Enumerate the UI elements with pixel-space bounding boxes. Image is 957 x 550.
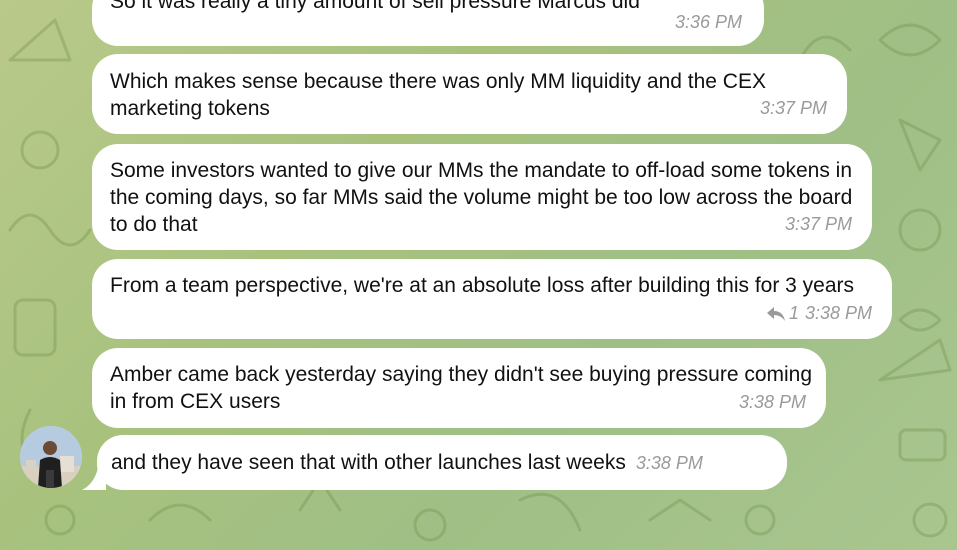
message-text: So it was really a tiny amount of sell p… [110,0,640,13]
message-bubble[interactable]: Which makes sense because there was only… [92,54,847,134]
message-bubble[interactable]: Some investors wanted to give our MMs th… [92,144,872,250]
message-text: Which makes sense because there was only… [110,70,766,120]
message-text: Some investors wanted to give our MMs th… [110,159,853,236]
message-text: Amber came back yesterday saying they di… [110,363,813,413]
message-timestamp: 3:38 PM [635,453,703,473]
message-timestamp: 3:36 PM [674,12,742,32]
reply-arrow-icon [766,306,785,321]
message-text: and they have seen that with other launc… [111,449,703,477]
message-timestamp: 3:37 PM [784,214,852,234]
message-text-content: and they have seen that with other launc… [111,451,626,474]
message-timestamp: 3:37 PM [759,98,827,118]
avatar-photo [20,426,82,488]
message-timestamp: 3:38 PM [738,392,806,412]
message-bubble[interactable]: and they have seen that with other launc… [97,435,787,490]
message-bubble[interactable]: From a team perspective, we're at an abs… [92,259,892,339]
message-timestamp: 3:38 PM [804,303,872,323]
reply-count: 1 [788,303,799,323]
reply-indicator[interactable]: 1 3:38 PM [766,300,872,327]
sender-avatar[interactable] [20,426,82,488]
message-bubble[interactable]: Amber came back yesterday saying they di… [92,348,826,428]
message-bubble[interactable]: So it was really a tiny amount of sell p… [92,0,764,46]
message-text: From a team perspective, we're at an abs… [110,274,855,297]
